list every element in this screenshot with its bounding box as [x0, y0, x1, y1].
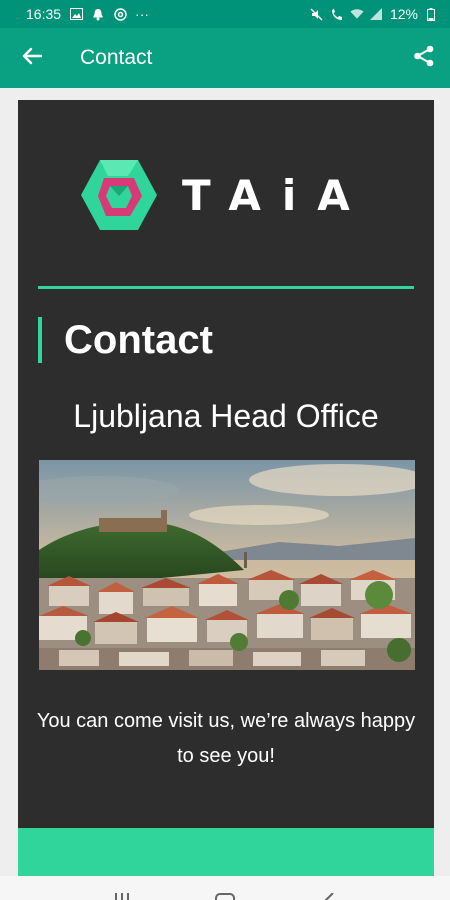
bell-icon: [91, 7, 105, 21]
footer-accent-bar: [18, 828, 434, 876]
app-bar: Contact: [0, 28, 450, 88]
heading-accent-bar: [38, 317, 42, 363]
status-bar: 16:35 ··· 12%: [0, 0, 450, 28]
divider: [38, 286, 414, 289]
battery-percent: 12%: [389, 6, 418, 22]
battery-icon: [424, 7, 438, 21]
share-icon: [413, 45, 435, 72]
logo-wordmark: TAiA: [182, 170, 371, 220]
page-title: Contact: [80, 46, 153, 69]
section-heading: Contact: [38, 317, 213, 363]
recents-button[interactable]: [102, 876, 142, 900]
office-title: Ljubljana Head Office: [73, 398, 379, 434]
wifi-call-icon: [330, 7, 344, 21]
system-nav-bar: [0, 876, 450, 900]
nav-back-button[interactable]: [308, 876, 348, 900]
status-time: 16:35: [26, 6, 62, 22]
signal-icon: [370, 7, 384, 21]
home-button[interactable]: [205, 876, 245, 900]
share-button[interactable]: [398, 28, 450, 88]
heading-text: Contact: [64, 317, 213, 362]
arrow-left-icon: [22, 47, 43, 70]
more-notifications-icon: ···: [135, 6, 150, 22]
logo-mark-icon: [80, 158, 158, 232]
home-icon: [214, 890, 235, 900]
back-button[interactable]: [0, 28, 64, 88]
visit-message: You can come visit us, we’re always happ…: [36, 710, 416, 767]
back-icon: [321, 890, 335, 900]
wifi-icon: [350, 7, 364, 21]
mute-icon: [310, 7, 324, 21]
contact-card: TAiA Contact Ljubljana Head Office You c…: [18, 100, 434, 828]
at-icon: [113, 7, 127, 21]
image-icon: [69, 7, 83, 21]
office-photo: [39, 460, 415, 670]
recents-icon: [113, 890, 131, 900]
taia-logo: TAiA: [80, 158, 380, 232]
